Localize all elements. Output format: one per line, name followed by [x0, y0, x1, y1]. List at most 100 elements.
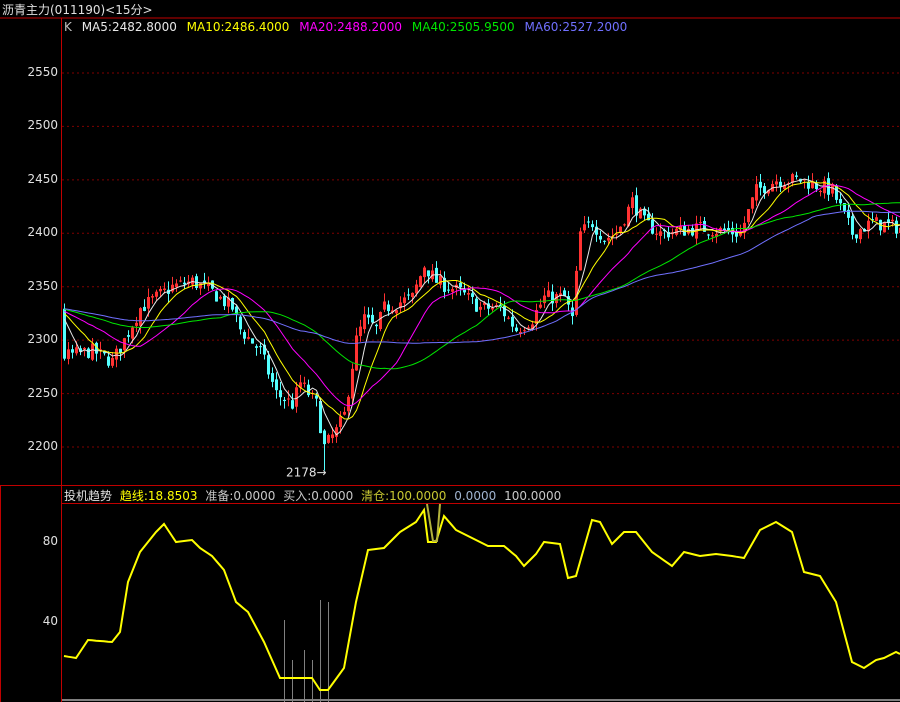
candle-body	[411, 292, 414, 297]
candle-body	[323, 430, 326, 445]
candle	[547, 281, 550, 298]
candle-body	[343, 411, 346, 415]
candle-body	[527, 327, 530, 329]
candle	[851, 213, 854, 240]
candle	[151, 293, 154, 304]
candle-body	[71, 349, 74, 353]
candle	[743, 216, 746, 240]
trend-line	[63, 507, 900, 691]
candle	[443, 271, 446, 299]
candle	[155, 289, 158, 301]
candle-body	[543, 295, 546, 304]
candle-body	[523, 330, 526, 332]
candle	[623, 223, 626, 227]
candle-body	[143, 306, 146, 311]
candle	[243, 329, 246, 345]
y-tick-label: 2200	[27, 439, 58, 453]
candle-body	[775, 181, 778, 185]
candle-body	[591, 224, 594, 228]
candle	[515, 324, 518, 333]
indicator-legend: 投机趋势 趋线:18.8503 准备:0.0000 买入:0.0000 清仓:1…	[64, 487, 565, 504]
indicator-v1: 0.0000	[454, 489, 497, 503]
candle	[759, 174, 762, 196]
candle	[771, 180, 774, 192]
candle-body	[699, 222, 702, 224]
candle	[255, 344, 258, 356]
candle-body	[447, 289, 450, 291]
chart-canvas[interactable]: 2178→	[0, 0, 900, 702]
candle-body	[243, 332, 246, 339]
clear-signal-mark	[426, 503, 441, 542]
candle	[551, 284, 554, 312]
y-tick-label: 2500	[27, 118, 58, 133]
candle-body	[63, 308, 66, 359]
candle-body	[479, 306, 482, 310]
candle-body	[507, 317, 510, 319]
legend-ma60: MA60:2527.2000	[524, 20, 628, 34]
candle-body	[375, 324, 378, 327]
indicator-buy: 买入:0.0000	[283, 489, 354, 503]
candle-body	[851, 216, 854, 235]
candle	[431, 263, 434, 282]
candle	[855, 234, 858, 243]
candle	[263, 339, 266, 360]
candle-body	[231, 298, 234, 310]
candle-body	[271, 373, 274, 382]
candle	[567, 290, 570, 311]
candle	[583, 215, 586, 233]
candle	[279, 382, 282, 406]
candle	[283, 396, 286, 409]
candle	[439, 270, 442, 289]
legend-ma5: MA5:2482.8000	[81, 20, 177, 34]
candle	[127, 330, 130, 343]
candle	[239, 314, 242, 335]
candle-body	[763, 186, 766, 193]
candle-body	[147, 297, 150, 309]
candle-body	[283, 399, 286, 402]
candle-body	[155, 291, 158, 297]
candle-body	[875, 217, 878, 221]
candle-body	[707, 234, 710, 236]
candle	[179, 276, 182, 283]
legend-k: K	[64, 20, 72, 34]
ma60-line	[64, 210, 900, 344]
candle-body	[503, 305, 506, 317]
candle	[775, 174, 778, 192]
candle-body	[587, 221, 590, 223]
candle	[291, 393, 294, 410]
candle	[587, 216, 590, 228]
legend-ma40: MA40:2505.9500	[411, 20, 515, 34]
candle	[311, 390, 314, 399]
candle-body	[135, 322, 138, 326]
candle	[307, 379, 310, 398]
indicator-clear: 清仓:100.0000	[361, 489, 447, 503]
candle	[375, 323, 378, 335]
candle	[423, 265, 426, 283]
candle	[251, 338, 254, 344]
candle-body	[659, 231, 662, 236]
candle	[303, 376, 306, 388]
candle-body	[419, 276, 422, 287]
candle-body	[423, 267, 426, 278]
candle-body	[163, 288, 166, 291]
candle	[275, 372, 278, 399]
candle	[707, 233, 710, 240]
candle	[175, 279, 178, 292]
candle	[407, 288, 410, 301]
candle-body	[291, 400, 294, 409]
candle-body	[467, 293, 470, 295]
candle-body	[623, 224, 626, 226]
candle-body	[275, 379, 278, 391]
candle-body	[891, 219, 894, 222]
candle	[879, 219, 882, 236]
candle	[591, 220, 594, 231]
candle-body	[655, 233, 658, 235]
candle-body	[839, 198, 842, 204]
candle-body	[247, 337, 250, 339]
indicator-v2: 100.0000	[504, 489, 562, 503]
candle-body	[107, 356, 110, 366]
candle-body	[451, 289, 454, 292]
candle-body	[75, 347, 78, 354]
candle	[227, 291, 230, 314]
candle-body	[139, 308, 142, 326]
